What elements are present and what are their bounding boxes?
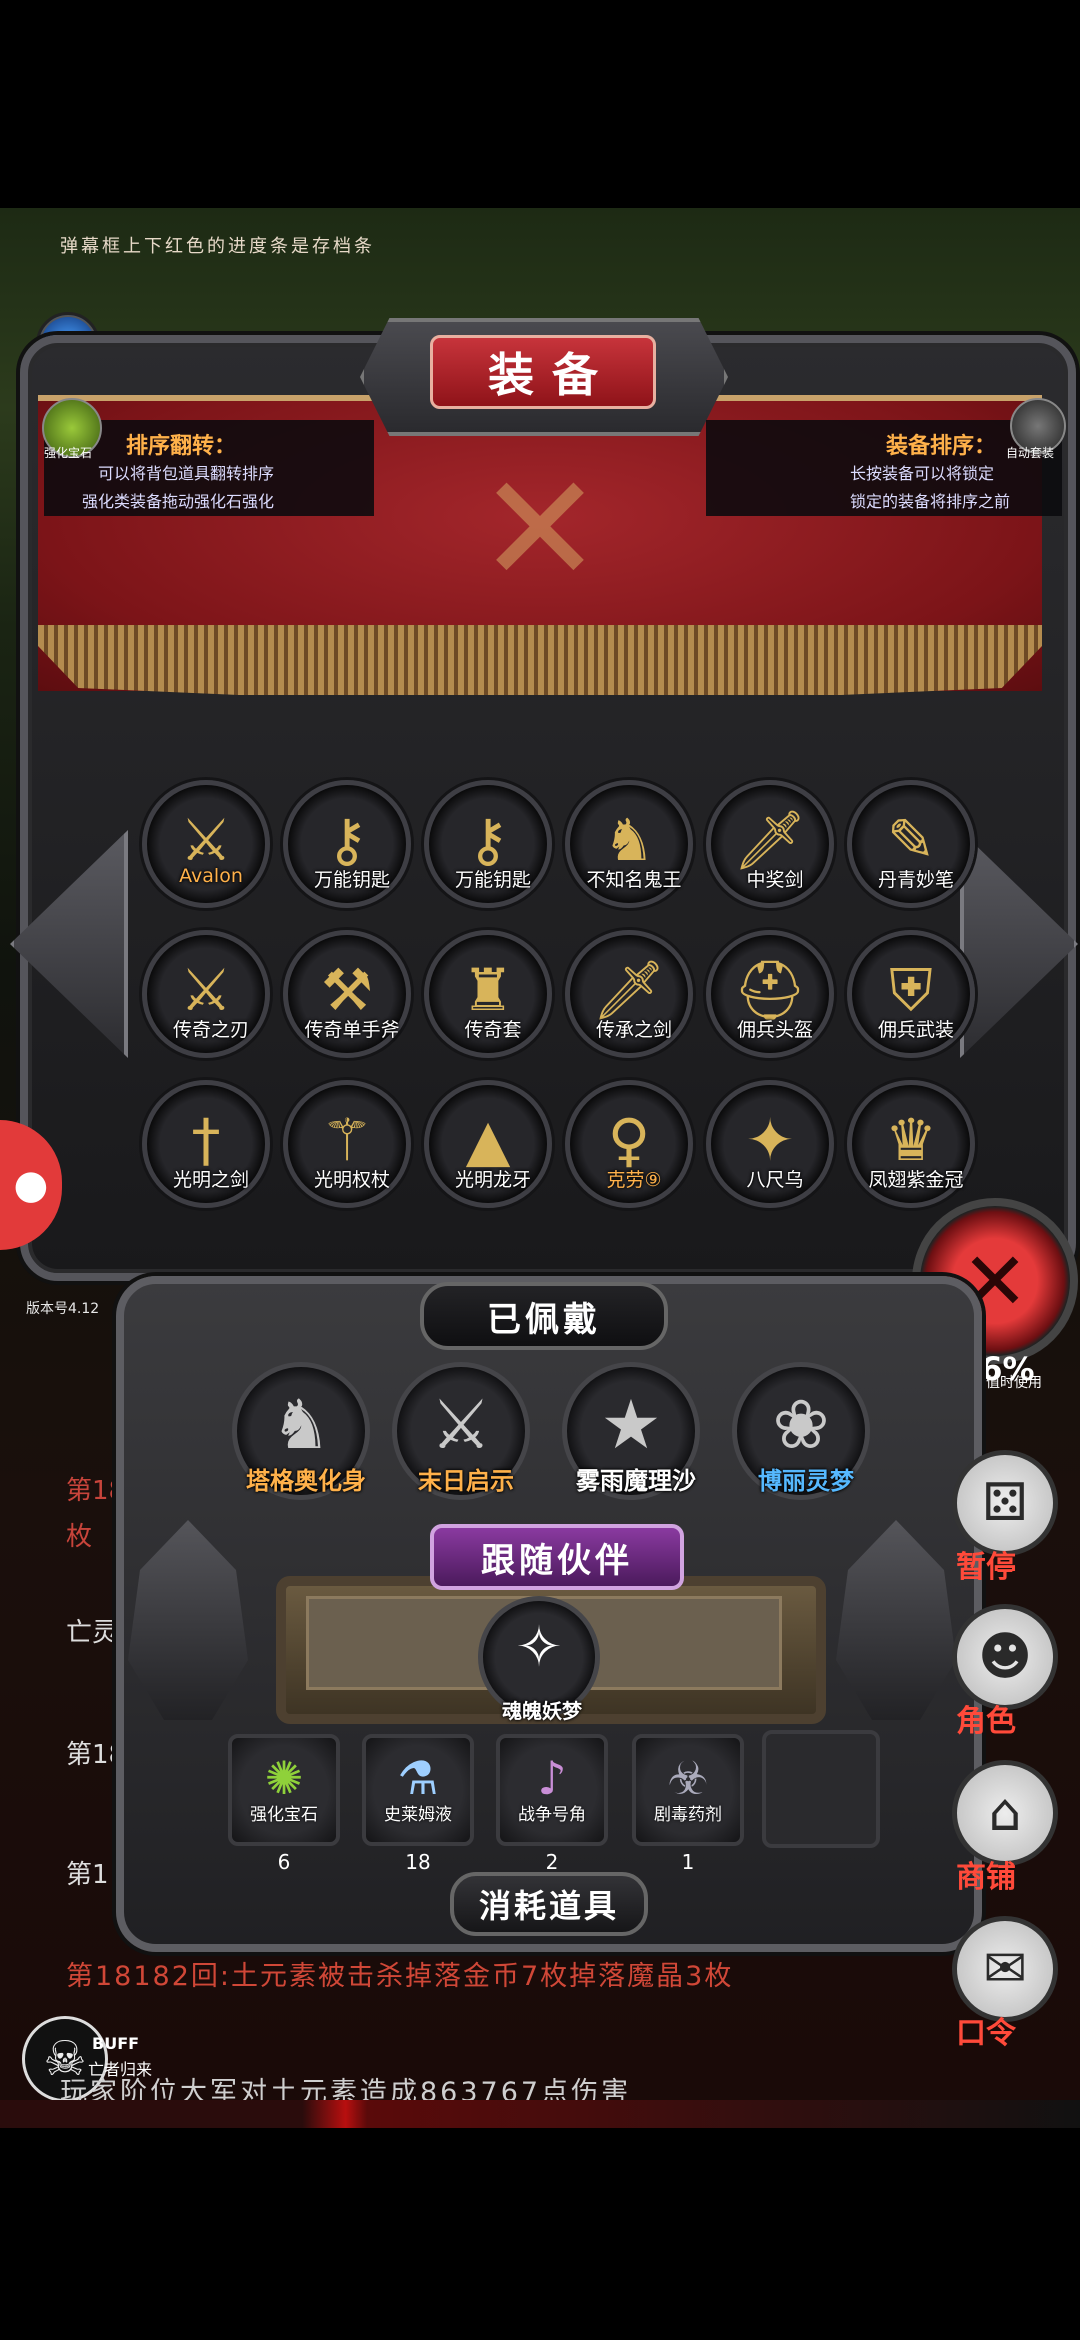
empty-consumable-slot[interactable] (762, 1730, 880, 1848)
shrine-maiden-icon: ❀ (772, 1385, 830, 1465)
consumable-label: 强化宝石 (250, 1805, 318, 1825)
equipment-item[interactable]: ⚷ 万能钥匙 (424, 780, 552, 908)
consumable-item[interactable]: ⚗ 史莱姆液 18 (362, 1734, 474, 1874)
equipped-title: 已佩戴 (420, 1282, 668, 1350)
equipped-slot[interactable]: ★ 雾雨魔理沙 (562, 1362, 700, 1500)
sort-flip-line: 强化类装备拖动强化石强化 (82, 492, 275, 511)
shop-icon[interactable]: ⌂ (952, 1760, 1058, 1866)
equipment-item[interactable]: ✎ 丹青妙笔 (847, 780, 975, 908)
crossed-weapons-icon: ⚔ (430, 1385, 492, 1465)
equipment-item[interactable]: ♜ 传奇套 (424, 930, 552, 1058)
witch-icon: ★ (600, 1385, 662, 1465)
equipment-item[interactable]: ⚷ 万能钥匙 (283, 780, 411, 908)
equipment-item[interactable]: 🗡 中奖剑 (706, 780, 834, 908)
consumable-item[interactable]: ✺ 强化宝石 6 (228, 1734, 340, 1874)
sort-order-info: 装备排序： 长按装备可以将锁定 锁定的装备将排序之前 (706, 420, 1062, 516)
equipment-item[interactable]: † 光明之剑 (142, 1080, 270, 1208)
version-label: 版本号4.12 (26, 1301, 100, 1317)
book-icon[interactable]: ✉ (952, 1916, 1058, 2022)
hooded-figure-icon[interactable]: ☻ (952, 1604, 1058, 1710)
side-menu-label[interactable]: 口令 (956, 2008, 1016, 2052)
side-menu-label[interactable]: 暂停 (956, 1542, 1016, 1586)
consumable-count: 6 (277, 1850, 291, 1874)
equipped-slot[interactable]: ⚔ 末日启示 (392, 1362, 530, 1500)
equipment-item[interactable]: ⚔ 传奇之刃 (142, 930, 270, 1058)
equipment-item-label: 凤翅紫金冠 (868, 1169, 964, 1191)
consumable-item[interactable]: ☣ 剧毒药剂 1 (632, 1734, 744, 1874)
auto-equip-label: 自动套装 (1006, 446, 1055, 460)
beast-warrior-icon: ♞ (270, 1385, 332, 1465)
equipment-item[interactable]: ⛑ 佣兵头盔 (706, 930, 834, 1058)
consumable-label: 剧毒药剂 (654, 1805, 722, 1825)
companion-name: 魂魄妖梦 (502, 1699, 582, 1723)
equipment-item-label: 佣兵武装 (877, 1019, 954, 1041)
equipment-item[interactable]: ⚔ Avalon (142, 780, 270, 908)
dice-icon[interactable]: ⚄ (952, 1450, 1058, 1556)
banner-fringe (38, 625, 1042, 695)
crossed-swords-emblem-icon: ✕ (477, 443, 603, 617)
consumable-count: 2 (545, 1850, 559, 1874)
equipment-item[interactable]: ♛ 凤翅紫金冠 (847, 1080, 975, 1208)
equipment-item[interactable]: ♞ 不知名鬼王 (565, 780, 693, 908)
side-menu-label[interactable]: 商铺 (956, 1852, 1016, 1896)
equipment-item[interactable]: ♀ 克劳⑨ (565, 1080, 693, 1208)
buff-label: BUFF (92, 2034, 140, 2053)
consumable-label: 战争号角 (518, 1805, 586, 1825)
equipment-item[interactable]: ⚚ 光明权杖 (283, 1080, 411, 1208)
equipment-item[interactable]: ✦ 八尺乌 (706, 1080, 834, 1208)
equipped-slot-label: 博丽灵梦 (758, 1467, 854, 1495)
log-fragment: 枚 (66, 1522, 93, 1552)
equipment-item[interactable]: ⛨ 佣兵武装 (847, 930, 975, 1058)
consumable-count: 1 (681, 1850, 695, 1874)
sort-flip-title: 排序翻转： (126, 434, 237, 459)
sort-order-line: 长按装备可以将锁定 (850, 464, 995, 483)
save-progress-bar (0, 2100, 1080, 2128)
equipment-item-label: 丹青妙笔 (877, 869, 954, 891)
enhance-gem-label: 强化宝石 (44, 446, 93, 460)
companion-title: 跟随伙伴 (430, 1524, 684, 1590)
consumable-label: 史莱姆液 (384, 1805, 452, 1825)
ghost-swordswoman-icon: ✧ (515, 1614, 563, 1680)
equipment-item[interactable]: ▲ 光明龙牙 (424, 1080, 552, 1208)
consumable-count: 18 (405, 1850, 431, 1874)
combat-log: 第18182回:土元素被击杀掉落金币7枚掉落魔晶3枚 (66, 1961, 734, 1992)
consumable-title: 消耗道具 (450, 1872, 648, 1936)
panel-title: 装备 (430, 335, 656, 409)
side-menu-label[interactable]: 角色 (956, 1696, 1016, 1740)
consumable-item[interactable]: ♪ 战争号角 2 (496, 1734, 608, 1874)
hint-text: 弹幕框上下红色的进度条是存档条 (60, 236, 375, 257)
equipped-slot[interactable]: ❀ 博丽灵梦 (732, 1362, 870, 1500)
sort-flip-line: 可以将背包道具翻转排序 (98, 464, 275, 483)
companion-item[interactable]: ✧ 魂魄妖梦 (478, 1596, 600, 1723)
equipment-item[interactable]: ⚒ 传奇单手斧 (283, 930, 411, 1058)
log-fragment: 第1 (66, 1860, 109, 1890)
equipped-slot[interactable]: ♞ 塔格奥化身 (232, 1362, 370, 1500)
sort-order-line: 锁定的装备将排序之前 (850, 492, 1011, 511)
equipment-item[interactable]: 🗡 传承之剑 (565, 930, 693, 1058)
